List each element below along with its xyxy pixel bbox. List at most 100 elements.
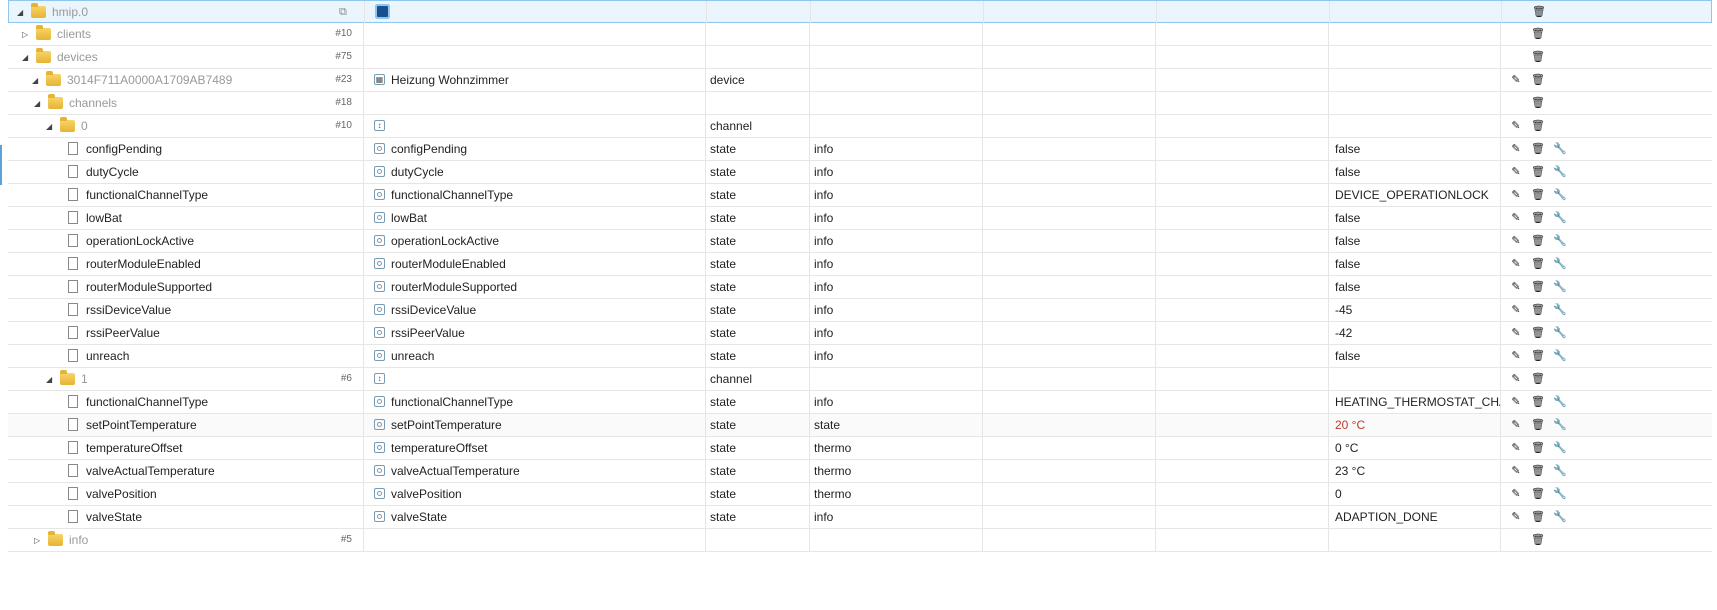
edit-icon[interactable]: ✎	[1509, 276, 1523, 298]
function-cell[interactable]	[1155, 345, 1328, 367]
room-cell[interactable]	[982, 299, 1155, 321]
edit-icon[interactable]: ✎	[1509, 345, 1523, 367]
tree-row[interactable]: routerModuleEnabled routerModuleEnabled st…	[8, 253, 1712, 276]
room-cell[interactable]	[982, 483, 1155, 505]
function-cell[interactable]	[1155, 368, 1328, 390]
function-cell[interactable]	[1155, 138, 1328, 160]
tree-row[interactable]: valvePosition valvePosition state thermo 0 ✎ 🗑…	[8, 483, 1712, 506]
function-cell[interactable]	[1155, 414, 1328, 436]
object-value[interactable]: false	[1328, 345, 1500, 367]
object-value[interactable]: -45	[1328, 299, 1500, 321]
tree-row[interactable]: ◢ 0 #10 ↕ channel ✎ 🗑	[8, 115, 1712, 138]
room-cell[interactable]	[982, 345, 1155, 367]
room-cell[interactable]	[982, 230, 1155, 252]
wrench-icon[interactable]: 🔧	[1553, 161, 1567, 183]
tree-row[interactable]: temperatureOffset temperatureOffset state t…	[8, 437, 1712, 460]
room-cell[interactable]	[982, 23, 1155, 45]
room-cell[interactable]	[982, 460, 1155, 482]
edit-icon[interactable]: ✎	[1509, 299, 1523, 321]
room-cell[interactable]	[982, 253, 1155, 275]
object-value[interactable]: false	[1328, 276, 1500, 298]
wrench-icon[interactable]: 🔧	[1553, 322, 1567, 344]
function-cell[interactable]	[1155, 184, 1328, 206]
function-cell[interactable]	[1155, 253, 1328, 275]
delete-icon[interactable]: 🗑	[1531, 69, 1545, 91]
delete-icon[interactable]: 🗑	[1531, 506, 1545, 528]
delete-icon[interactable]: 🗑	[1531, 184, 1545, 206]
delete-icon[interactable]: 🗑	[1531, 23, 1545, 45]
collapse-toggle-icon[interactable]: ◢	[32, 70, 42, 91]
wrench-icon[interactable]: 🔧	[1553, 345, 1567, 367]
tree-row[interactable]: dutyCycle dutyCycle state info false ✎ 🗑 🔧	[8, 161, 1712, 184]
delete-icon[interactable]: 🗑	[1531, 437, 1545, 459]
room-cell[interactable]	[983, 1, 1156, 23]
function-cell[interactable]	[1155, 391, 1328, 413]
delete-icon[interactable]: 🗑	[1531, 230, 1545, 252]
tree-row[interactable]: ▷ info #5 🗑	[8, 529, 1712, 552]
edit-icon[interactable]: ✎	[1509, 69, 1523, 91]
expand-toggle-icon[interactable]: ▷	[22, 24, 32, 45]
object-value[interactable]: 23 °C	[1328, 460, 1500, 482]
collapse-toggle-icon[interactable]: ◢	[22, 47, 32, 68]
object-value[interactable]: 0 °C	[1328, 437, 1500, 459]
wrench-icon[interactable]: 🔧	[1553, 460, 1567, 482]
object-value[interactable]	[1328, 92, 1500, 114]
tree-row[interactable]: rssiDeviceValue rssiDeviceValue state info -…	[8, 299, 1712, 322]
delete-icon[interactable]: 🗑	[1531, 368, 1545, 390]
collapse-toggle-icon[interactable]: ◢	[46, 369, 56, 390]
room-cell[interactable]	[982, 92, 1155, 114]
edit-icon[interactable]: ✎	[1509, 184, 1523, 206]
edit-icon[interactable]: ✎	[1509, 368, 1523, 390]
delete-icon[interactable]: 🗑	[1531, 276, 1545, 298]
delete-icon[interactable]: 🗑	[1532, 1, 1546, 23]
edit-icon[interactable]: ✎	[1509, 391, 1523, 413]
object-value[interactable]: ADAPTION_DONE	[1328, 506, 1500, 528]
function-cell[interactable]	[1155, 23, 1328, 45]
tree-row[interactable]: ◢ channels #18 🗑	[8, 92, 1712, 115]
object-value[interactable]: HEATING_THERMOSTAT_CHANN	[1328, 391, 1500, 413]
function-cell[interactable]	[1156, 1, 1329, 23]
tree-row[interactable]: configPending configPending state info false…	[8, 138, 1712, 161]
function-cell[interactable]	[1155, 46, 1328, 68]
tree-row[interactable]: valveActualTemperature valveActualTempera…	[8, 460, 1712, 483]
room-cell[interactable]	[982, 322, 1155, 344]
object-value[interactable]	[1328, 368, 1500, 390]
copy-icon[interactable]: ⧉	[339, 1, 347, 23]
object-value[interactable]: false	[1328, 138, 1500, 160]
room-cell[interactable]	[982, 115, 1155, 137]
delete-icon[interactable]: 🗑	[1531, 46, 1545, 68]
wrench-icon[interactable]: 🔧	[1553, 276, 1567, 298]
tree-row[interactable]: valveState valveState state info ADAPTION_DO…	[8, 506, 1712, 529]
wrench-icon[interactable]: 🔧	[1553, 483, 1567, 505]
function-cell[interactable]	[1155, 115, 1328, 137]
object-value[interactable]	[1328, 46, 1500, 68]
object-value[interactable]: -42	[1328, 322, 1500, 344]
wrench-icon[interactable]: 🔧	[1553, 138, 1567, 160]
function-cell[interactable]	[1155, 92, 1328, 114]
edit-icon[interactable]: ✎	[1509, 207, 1523, 229]
object-value[interactable]	[1328, 23, 1500, 45]
object-value[interactable]: false	[1328, 161, 1500, 183]
room-cell[interactable]	[982, 184, 1155, 206]
expand-toggle-icon[interactable]: ▷	[34, 530, 44, 551]
tree-row[interactable]: ◢ devices #75 🗑	[8, 46, 1712, 69]
delete-icon[interactable]: 🗑	[1531, 414, 1545, 436]
tree-row[interactable]: ▷ clients #10 🗑	[8, 23, 1712, 46]
function-cell[interactable]	[1155, 276, 1328, 298]
edit-icon[interactable]: ✎	[1509, 506, 1523, 528]
delete-icon[interactable]: 🗑	[1531, 483, 1545, 505]
wrench-icon[interactable]: 🔧	[1553, 207, 1567, 229]
tree-row[interactable]: unreach unreach state info false ✎ 🗑 🔧	[8, 345, 1712, 368]
object-value[interactable]: DEVICE_OPERATIONLOCK	[1328, 184, 1500, 206]
wrench-icon[interactable]: 🔧	[1553, 253, 1567, 275]
function-cell[interactable]	[1155, 161, 1328, 183]
wrench-icon[interactable]: 🔧	[1553, 230, 1567, 252]
object-value[interactable]	[1329, 1, 1501, 23]
wrench-icon[interactable]: 🔧	[1553, 391, 1567, 413]
object-value[interactable]: false	[1328, 207, 1500, 229]
edit-icon[interactable]: ✎	[1509, 161, 1523, 183]
edit-icon[interactable]: ✎	[1509, 322, 1523, 344]
function-cell[interactable]	[1155, 322, 1328, 344]
room-cell[interactable]	[982, 161, 1155, 183]
delete-icon[interactable]: 🗑	[1531, 391, 1545, 413]
